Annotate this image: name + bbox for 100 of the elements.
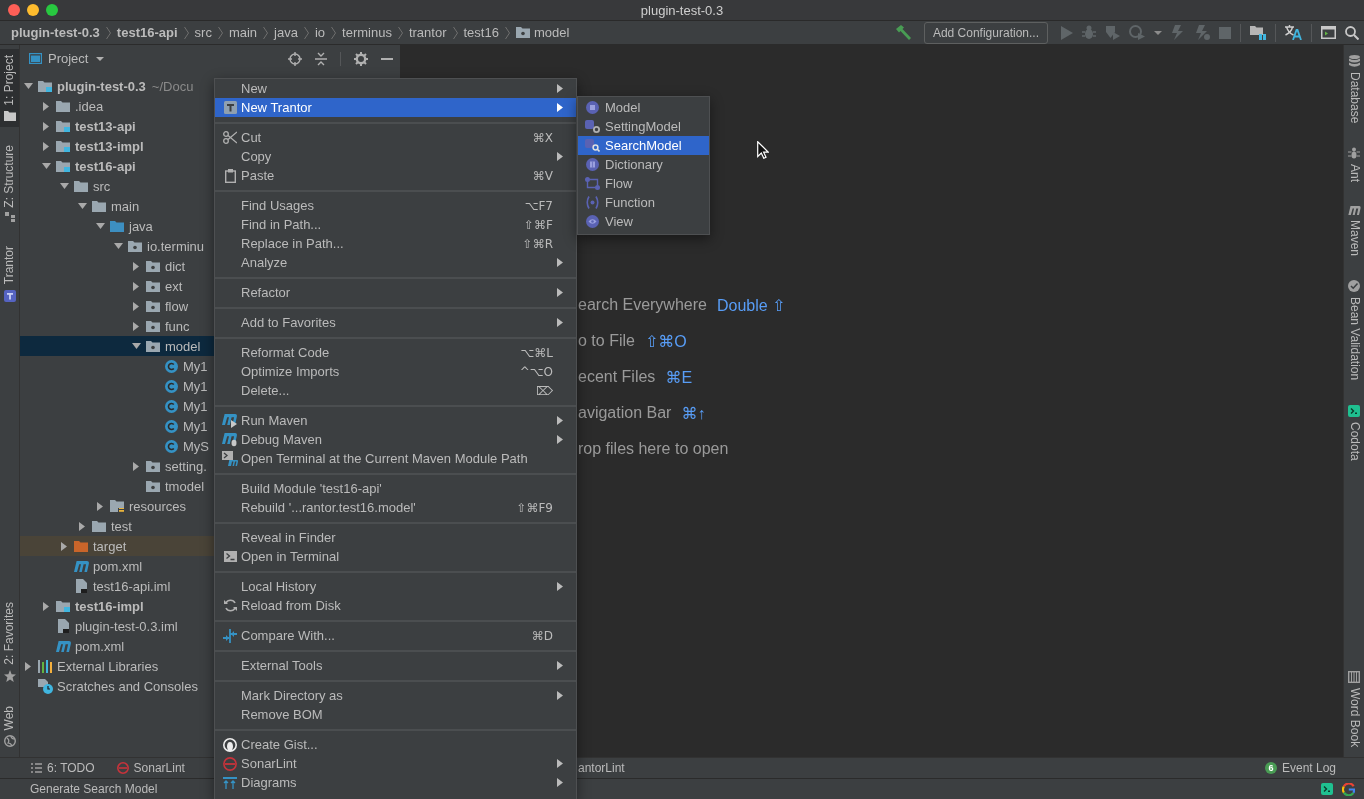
menu-item[interactable]: Flow — [578, 174, 709, 193]
window-zoom-button[interactable] — [46, 4, 58, 16]
translate-icon[interactable] — [1285, 25, 1302, 40]
menu-item[interactable]: Analyze — [215, 253, 576, 272]
menu-item[interactable]: Create Gist... — [215, 735, 576, 754]
view-selector[interactable]: Project — [48, 51, 105, 66]
menu-item[interactable]: Cut ⌘X — [215, 128, 576, 147]
menu-item[interactable]: Reload from Disk — [215, 596, 576, 615]
tool-window-tab[interactable]: Maven — [1344, 200, 1364, 263]
menu-item[interactable]: SearchModel — [578, 136, 709, 155]
menu-item[interactable]: Optimize Imports ^⌥O — [215, 362, 576, 381]
tree-item[interactable]: main — [20, 196, 214, 216]
caret-icon[interactable] — [1154, 30, 1162, 35]
tool-window-tab[interactable]: Trantor — [0, 240, 19, 308]
menu-item[interactable]: Compare With... ⌘D — [215, 626, 576, 645]
tree-item[interactable]: tmodel — [20, 476, 214, 496]
tree-item[interactable]: test13-api — [20, 116, 214, 136]
menu-item[interactable]: Function — [578, 193, 709, 212]
tool-window-tab[interactable]: Word Book — [1344, 664, 1364, 753]
menu-item[interactable]: Find in Path... ⇧⌘F — [215, 215, 576, 234]
crosshair-icon[interactable] — [288, 51, 302, 66]
tree-item[interactable]: io.terminu — [20, 236, 214, 256]
tree-item[interactable]: test16-impl — [20, 596, 214, 616]
menu-item[interactable]: New — [215, 79, 576, 98]
tool-window-tab[interactable]: Ant — [1344, 141, 1364, 189]
menu-item[interactable]: Dictionary — [578, 155, 709, 174]
menu-item[interactable]: Debug Maven — [215, 430, 576, 449]
tool-window-tab[interactable]: Codota — [1344, 398, 1364, 467]
breadcrumb-item[interactable]: java — [274, 25, 298, 40]
menu-item[interactable]: Paste ⌘V — [215, 166, 576, 185]
menu-item[interactable]: Local History — [215, 577, 576, 596]
search-icon[interactable] — [1345, 25, 1359, 40]
tree-item[interactable]: My1 — [20, 416, 214, 436]
tree-item[interactable]: test16-api — [20, 156, 214, 176]
tool-window-button[interactable]: 6: TODO — [31, 761, 95, 775]
tree-item[interactable]: src — [20, 176, 214, 196]
tree-item[interactable]: java — [20, 216, 214, 236]
tree-item[interactable]: dict — [20, 256, 214, 276]
tree-item[interactable]: plugin-test-0.3.iml — [20, 616, 214, 636]
tree-item[interactable]: My1 — [20, 356, 214, 376]
tool-window-tab[interactable]: Bean Validation — [1344, 274, 1364, 387]
settings-icon[interactable] — [354, 51, 368, 66]
menu-item[interactable]: View — [578, 212, 709, 231]
breadcrumb-item[interactable]: io — [314, 25, 326, 40]
tool-window-tab[interactable]: Web — [0, 699, 19, 753]
menu-item[interactable]: Build Module 'test16-api' — [215, 479, 576, 498]
breadcrumb-item[interactable]: test16-api — [116, 25, 178, 40]
menu-item[interactable]: Mark Directory as — [215, 686, 576, 705]
minimize-icon[interactable] — [381, 57, 393, 60]
breadcrumb-item[interactable]: terminus — [342, 25, 392, 40]
breadcrumb-item[interactable]: main — [228, 25, 258, 40]
tree-item[interactable]: My1 — [20, 376, 214, 396]
tool-window-tab[interactable]: 1: Project — [0, 49, 19, 127]
add-configuration-button[interactable]: Add Configuration... — [923, 21, 1048, 44]
breadcrumb-item[interactable]: test16 — [463, 25, 499, 40]
tree-item[interactable]: test13-impl — [20, 136, 214, 156]
window-close-button[interactable] — [8, 4, 20, 16]
tree-item[interactable]: model — [20, 336, 214, 356]
tree-item[interactable]: test — [20, 516, 214, 536]
tool-window-tab[interactable]: Z: Structure — [0, 138, 19, 229]
menu-item[interactable]: Diagrams — [215, 773, 576, 792]
tool-window-button[interactable]: SonarLint — [116, 761, 185, 775]
tree-item[interactable]: test16-api.iml — [20, 576, 214, 596]
tree-item[interactable]: setting. — [20, 456, 214, 476]
menu-item[interactable]: Refactor — [215, 283, 576, 302]
menu-item[interactable]: Run Maven — [215, 411, 576, 430]
multicolor-ring-icon[interactable] — [1342, 782, 1355, 796]
tree-item[interactable]: External Libraries — [20, 656, 214, 676]
menu-item[interactable]: External Tools — [215, 656, 576, 675]
menu-item[interactable]: Add to Favorites — [215, 313, 576, 332]
project-structure-icon[interactable] — [1250, 25, 1266, 40]
breadcrumb-item[interactable]: src — [194, 25, 212, 40]
breadcrumb-item[interactable]: plugin-test-0.3 — [11, 25, 100, 40]
breadcrumb-item[interactable]: model — [515, 25, 570, 40]
menu-item[interactable]: Find Usages ⌥F7 — [215, 196, 576, 215]
menu-item[interactable]: Open Terminal at the Current Maven Module Path — [215, 449, 576, 468]
menu-item[interactable]: Replace in Path... ⇧⌘R — [215, 234, 576, 253]
tree-item[interactable]: Scratches and Consoles — [20, 676, 214, 696]
menu-item[interactable]: Copy — [215, 147, 576, 166]
menu-item[interactable]: Reformat Code ⌥⌘L — [215, 343, 576, 362]
menu-item[interactable]: Remove BOM — [215, 705, 576, 724]
tool-window-button[interactable]: antorLint — [578, 761, 625, 775]
menu-item[interactable]: Model — [578, 98, 709, 117]
terminal-window-icon[interactable] — [1321, 26, 1336, 39]
menu-item[interactable]: Open in Terminal — [215, 547, 576, 566]
tree-item[interactable]: target — [20, 536, 214, 556]
prompt-tile-icon[interactable] — [1321, 783, 1333, 795]
tree-item[interactable]: .idea — [20, 96, 214, 116]
tool-window-button[interactable]: 6 Event Log — [1264, 761, 1336, 775]
tree-item[interactable]: My1 — [20, 396, 214, 416]
menu-item[interactable]: New Trantor — [215, 98, 576, 117]
tool-window-tab[interactable]: 2: Favorites — [0, 595, 19, 688]
collapse-all-icon[interactable] — [315, 51, 327, 66]
menu-item[interactable]: Rebuild '...rantor.test16.model' ⇧⌘F9 — [215, 498, 576, 517]
tree-item[interactable]: pom.xml — [20, 556, 214, 576]
tool-window-tab[interactable]: Database — [1344, 49, 1364, 130]
tree-item[interactable]: func — [20, 316, 214, 336]
tree-item[interactable]: flow — [20, 296, 214, 316]
tree-item[interactable]: resources — [20, 496, 214, 516]
window-minimize-button[interactable] — [27, 4, 39, 16]
